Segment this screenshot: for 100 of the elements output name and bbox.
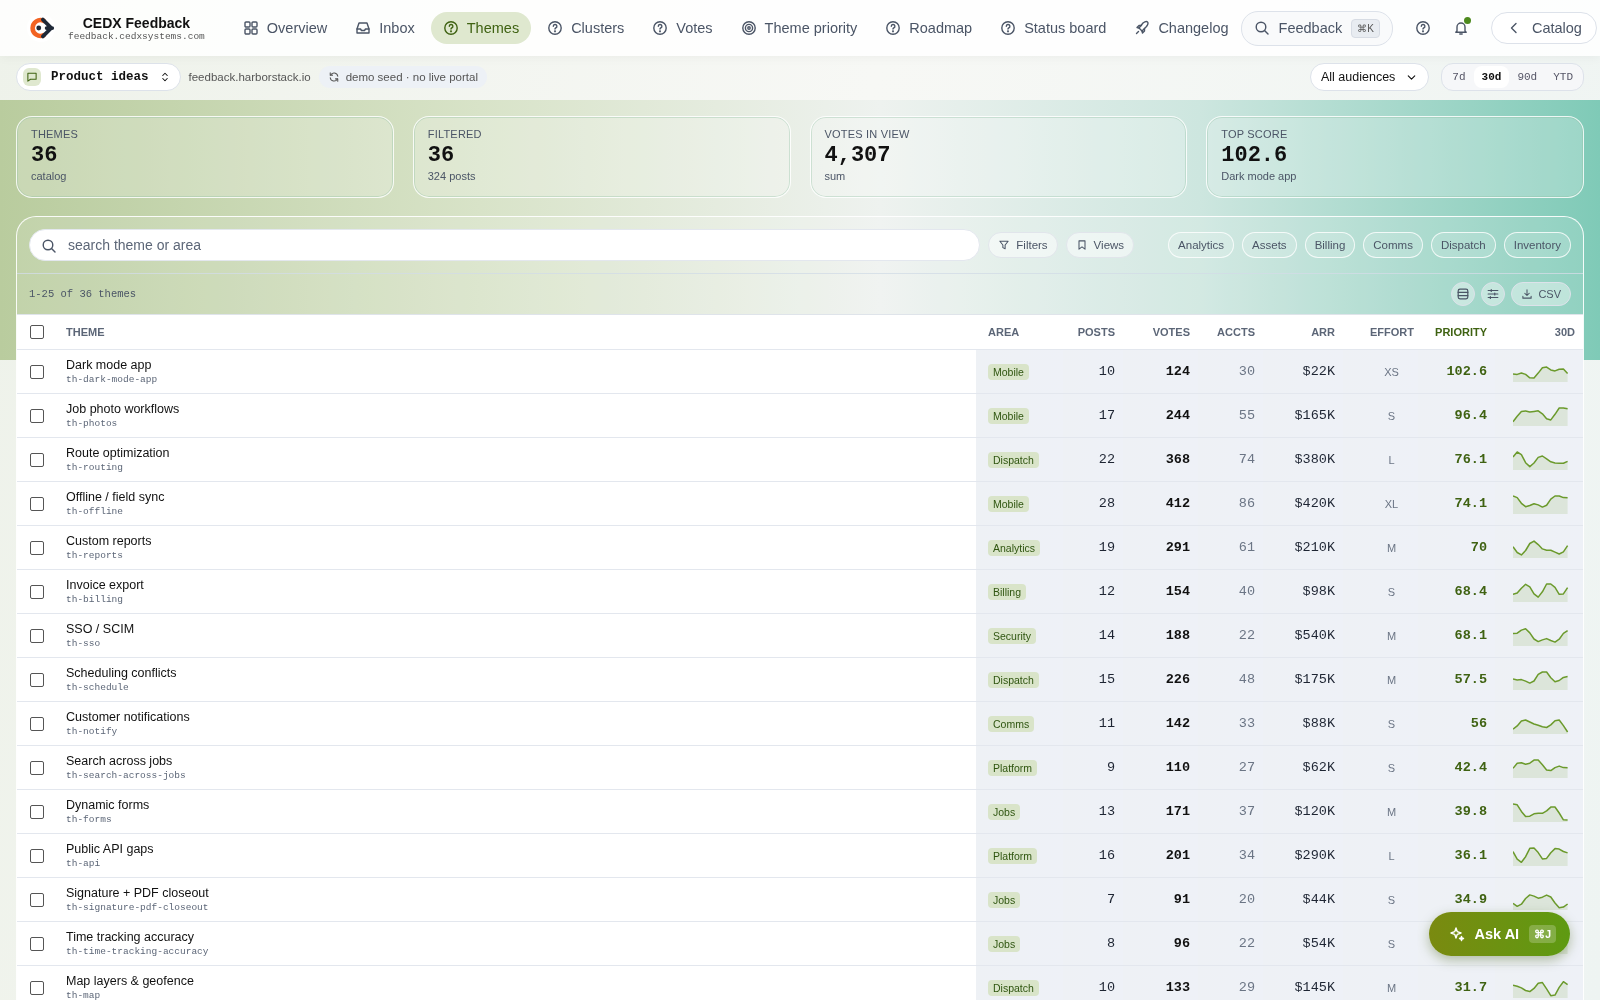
nav-tab[interactable]: Themes xyxy=(430,12,532,44)
table-cell: 22 xyxy=(1238,628,1255,643)
checkbox[interactable] xyxy=(30,364,44,379)
checkbox[interactable] xyxy=(30,584,44,599)
search-field[interactable]: search theme or area xyxy=(29,229,981,261)
column-header[interactable]: POSTS xyxy=(1077,326,1115,338)
checkbox[interactable] xyxy=(30,848,44,863)
column-header[interactable]: 30D xyxy=(1554,326,1575,338)
bell-icon[interactable] xyxy=(1452,20,1469,36)
area-tag: Jobs xyxy=(988,891,1021,908)
checkbox[interactable] xyxy=(30,628,44,643)
nav-tab[interactable]: Inbox xyxy=(343,12,427,44)
nav-tab[interactable]: Status board xyxy=(988,12,1119,44)
density-button[interactable] xyxy=(1451,282,1476,306)
column-header[interactable]: VOTES xyxy=(1152,326,1190,338)
checkbox[interactable] xyxy=(30,408,44,423)
column-header[interactable]: ARR xyxy=(1311,326,1335,338)
checkbox[interactable] xyxy=(30,980,44,995)
theme-name[interactable]: Search across jobs xyxy=(66,754,173,768)
theme-name[interactable]: Map layers & geofence xyxy=(66,974,194,988)
sliders-icon xyxy=(1486,287,1501,301)
theme-name[interactable]: Customer notifications xyxy=(66,710,190,724)
theme-name[interactable]: Job photo workflows xyxy=(66,402,180,416)
theme-name[interactable]: Route optimization xyxy=(66,446,170,460)
back-button[interactable]: Catalog xyxy=(1490,12,1597,44)
theme-name[interactable]: Time tracking accuracy xyxy=(66,930,195,944)
checkbox[interactable] xyxy=(30,716,44,731)
columns-button[interactable] xyxy=(1481,282,1506,306)
grid-icon xyxy=(242,20,259,36)
audience-dropdown[interactable]: All audiences xyxy=(1310,63,1430,91)
nav-tab[interactable]: Roadmap xyxy=(873,12,985,44)
table-cell: $210K xyxy=(1294,540,1335,555)
rocket-icon xyxy=(1134,20,1151,36)
table-cell: 96 xyxy=(1173,936,1190,951)
theme-name[interactable]: SSO / SCIM xyxy=(66,622,135,636)
nav-tab[interactable]: Clusters xyxy=(535,12,637,44)
column-header[interactable]: THEME xyxy=(66,326,105,338)
checkbox[interactable] xyxy=(30,892,44,907)
area-tag: Jobs xyxy=(988,935,1021,952)
table-cell: 9 xyxy=(1106,760,1115,775)
priority-score: 76.1 xyxy=(1454,452,1487,467)
area-filter-chip[interactable]: Dispatch xyxy=(1430,232,1496,258)
theme-slug: th-search-across-jobs xyxy=(66,770,186,781)
theme-slug: th-photos xyxy=(66,418,118,429)
checkbox[interactable] xyxy=(30,804,44,819)
table-cell: 171 xyxy=(1165,804,1190,819)
table-cell: 7 xyxy=(1106,892,1115,907)
range-tab[interactable]: YTD xyxy=(1545,66,1581,88)
column-header[interactable]: AREA xyxy=(988,326,1020,338)
theme-name[interactable]: Signature + PDF closeout xyxy=(66,886,209,900)
filters-button[interactable]: Filters xyxy=(988,232,1058,258)
priority-score: 31.7 xyxy=(1454,980,1487,995)
range-tab[interactable]: 30d xyxy=(1473,66,1510,88)
priority-score: 42.4 xyxy=(1454,760,1487,775)
csv-button[interactable]: CSV xyxy=(1511,282,1571,306)
effort-size: XS xyxy=(1384,365,1399,378)
table-cell: 142 xyxy=(1165,716,1190,731)
checkbox[interactable] xyxy=(30,672,44,687)
table-cell: 244 xyxy=(1165,408,1190,423)
theme-name[interactable]: Scheduling conflicts xyxy=(66,666,177,680)
theme-slug: th-schedule xyxy=(66,682,129,693)
theme-name[interactable]: Dynamic forms xyxy=(66,798,150,812)
views-button[interactable]: Views xyxy=(1065,232,1135,258)
checkbox[interactable] xyxy=(30,936,44,951)
area-filter-chip[interactable]: Comms xyxy=(1363,232,1423,258)
checkbox[interactable] xyxy=(30,452,44,467)
table-cell: 10 xyxy=(1098,980,1115,995)
sparkline xyxy=(1513,845,1569,866)
question-icon xyxy=(1000,20,1017,36)
area-tag: Mobile xyxy=(988,363,1029,380)
range-tab[interactable]: 90d xyxy=(1509,66,1546,88)
theme-name[interactable]: Invoice export xyxy=(66,578,144,592)
nav-tab[interactable]: Changelog xyxy=(1122,12,1241,44)
stat-caption: Dark mode app xyxy=(1221,170,1297,182)
range-tab[interactable]: 7d xyxy=(1444,66,1474,88)
help-icon[interactable] xyxy=(1414,20,1431,36)
column-header[interactable]: ACCTS xyxy=(1217,326,1255,338)
nav-tab[interactable]: Votes xyxy=(640,12,725,44)
area-filter-chip[interactable]: Billing xyxy=(1304,232,1356,258)
table-cell: $420K xyxy=(1294,496,1335,511)
nav-tab[interactable]: Theme priority xyxy=(728,12,870,44)
column-header[interactable]: PRIORITY xyxy=(1435,326,1487,338)
ask-ai-button[interactable]: Ask AI ⌘J xyxy=(1428,912,1570,956)
checkbox[interactable] xyxy=(30,496,44,511)
area-filter-chip[interactable]: Analytics xyxy=(1168,232,1235,258)
workspace-switcher[interactable]: Product ideas xyxy=(16,63,181,91)
theme-name[interactable]: Dark mode app xyxy=(66,358,152,372)
theme-name[interactable]: Public API gaps xyxy=(66,842,154,856)
theme-name[interactable]: Offline / field sync xyxy=(66,490,165,504)
checkbox[interactable] xyxy=(30,325,44,339)
search-button[interactable]: Feedback ⌘K xyxy=(1240,10,1393,46)
priority-score: 36.1 xyxy=(1454,848,1487,863)
chat-icon xyxy=(26,71,38,83)
column-header[interactable]: EFFORT xyxy=(1370,326,1414,338)
area-filter-chip[interactable]: Assets xyxy=(1242,232,1297,258)
nav-tab[interactable]: Overview xyxy=(230,12,340,44)
area-filter-chip[interactable]: Inventory xyxy=(1503,232,1571,258)
checkbox[interactable] xyxy=(30,540,44,555)
theme-name[interactable]: Custom reports xyxy=(66,534,152,548)
checkbox[interactable] xyxy=(30,760,44,775)
